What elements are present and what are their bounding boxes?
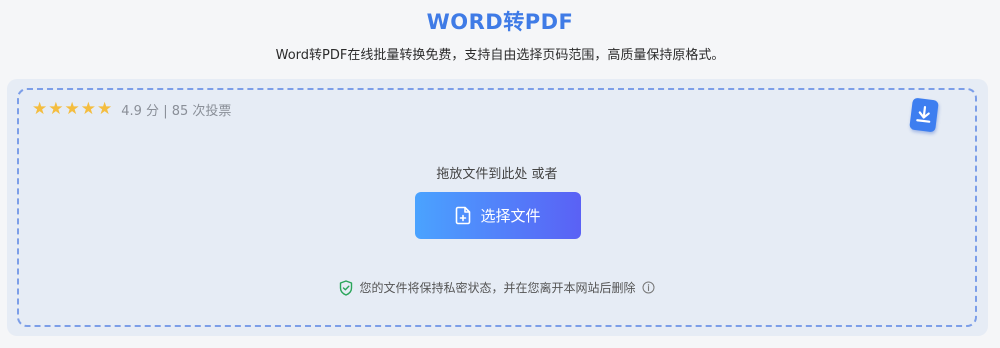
star-icon[interactable]: ★ — [65, 101, 80, 118]
file-add-icon — [455, 206, 472, 225]
rating: ★ ★ ★ ★ ★ 4.9 分 | 85 次投票 — [32, 100, 232, 120]
shield-check-icon — [339, 279, 353, 296]
star-icon[interactable]: ★ — [97, 101, 112, 118]
upload-card: ★ ★ ★ ★ ★ 4.9 分 | 85 次投票 拖放文件到此处 或者 选择文件… — [7, 79, 988, 336]
choose-file-button[interactable]: 选择文件 — [415, 192, 581, 239]
page-title: WORD转PDF — [426, 10, 574, 34]
rating-text: 4.9 分 | 85 次投票 — [121, 104, 232, 119]
privacy-text: 您的文件将保持私密状态，并在您离开本网站后删除 — [359, 281, 636, 295]
page-subtitle: Word转PDF在线批量转换免费，支持自由选择页码范围，高质量保持原格式。 — [275, 48, 725, 63]
info-icon[interactable] — [642, 281, 655, 294]
privacy-notice: 您的文件将保持私密状态，并在您离开本网站后删除 — [19, 279, 975, 296]
star-icon[interactable]: ★ — [32, 101, 47, 118]
download-icon[interactable] — [909, 97, 939, 133]
rating-stars[interactable]: ★ ★ ★ ★ ★ — [32, 101, 113, 118]
star-icon[interactable]: ★ — [48, 101, 63, 118]
drop-hint: 拖放文件到此处 或者 — [436, 167, 558, 182]
choose-file-label: 选择文件 — [480, 207, 541, 225]
star-icon[interactable]: ★ — [81, 101, 96, 118]
drop-zone[interactable]: ★ ★ ★ ★ ★ 4.9 分 | 85 次投票 拖放文件到此处 或者 选择文件… — [17, 88, 977, 327]
